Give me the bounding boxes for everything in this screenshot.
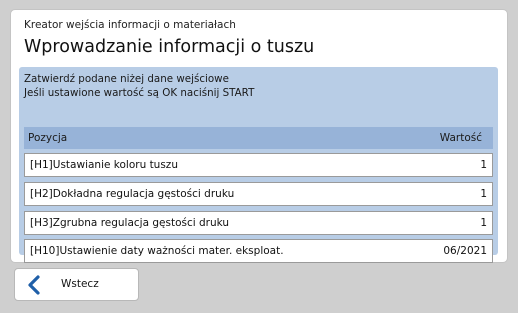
table-row: [H3]Zgrubna regulacja gęstości druku 1 <box>24 211 493 235</box>
row-value: 1 <box>480 217 487 229</box>
back-button[interactable]: Wstecz <box>14 268 139 301</box>
row-value: 06/2021 <box>443 245 487 257</box>
row-label: [H3]Zgrubna regulacja gęstości druku <box>30 217 230 229</box>
row-value: 1 <box>480 159 487 171</box>
row-label: [H10]Ustawienie daty ważności mater. eks… <box>30 245 284 257</box>
instruction-line-1: Zatwierdź podane niżej dane wejściowe <box>24 73 229 85</box>
confirmation-box: Zatwierdź podane niżej dane wejściowe Je… <box>19 67 498 263</box>
row-value: 1 <box>480 188 487 200</box>
table-header: Pozycja Wartość <box>24 127 493 149</box>
row-label: [H2]Dokładna regulacja gęstości druku <box>30 188 235 200</box>
chevron-left-icon <box>26 275 42 295</box>
instruction-line-2: Jeśli ustawione wartość są OK naciśnij S… <box>24 87 255 99</box>
table-row: [H2]Dokładna regulacja gęstości druku 1 <box>24 182 493 206</box>
wizard-subtitle: Kreator wejścia informacji o materiałach <box>24 19 236 31</box>
wizard-panel: Kreator wejścia informacji o materiałach… <box>10 9 508 263</box>
row-label: [H1]Ustawianie koloru tuszu <box>30 159 178 171</box>
table-row: [H1]Ustawianie koloru tuszu 1 <box>24 153 493 177</box>
page-title: Wprowadzanie informacji o tuszu <box>24 37 315 57</box>
column-header-value: Wartość <box>439 132 482 144</box>
table-row: [H10]Ustawienie daty ważności mater. eks… <box>24 239 493 263</box>
back-button-label: Wstecz <box>61 278 99 290</box>
column-header-position: Pozycja <box>28 132 68 144</box>
